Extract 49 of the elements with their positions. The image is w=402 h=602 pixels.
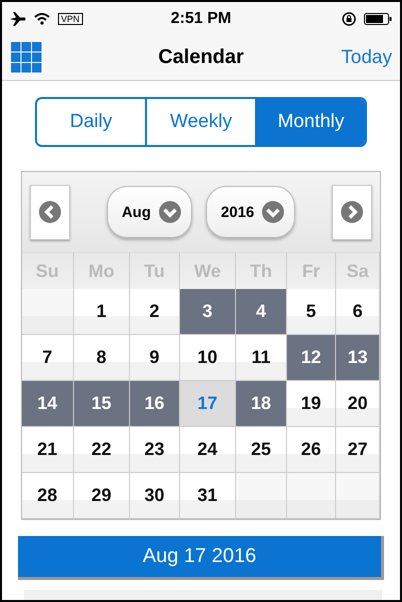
month-dropdown[interactable]: Aug [106,186,192,238]
day-cell[interactable]: 1 [74,289,130,336]
day-cell[interactable]: 18 [236,381,287,428]
day-cell[interactable]: 5 [286,289,336,336]
rotation-lock-icon [342,12,356,26]
day-cell[interactable]: 3 [180,289,236,336]
day-cell[interactable]: 15 [74,381,130,428]
day-cell[interactable]: 24 [180,427,236,474]
selected-date-button[interactable]: Aug 17 2016 [18,536,384,580]
airplane-icon [10,12,26,26]
year-dropdown[interactable]: 2016 [206,186,296,238]
day-cell[interactable]: 19 [286,381,336,428]
day-cell[interactable]: 22 [74,427,130,474]
day-cell[interactable]: 10 [180,335,236,382]
chevron-left-icon [39,201,61,224]
day-cell[interactable]: 31 [180,473,236,520]
day-cell[interactable]: 4 [236,289,287,336]
view-tab[interactable]: Monthly [255,98,365,146]
today-button[interactable]: Today [341,46,392,69]
day-cell[interactable]: 7 [22,335,74,382]
day-cell[interactable]: 30 [130,473,180,520]
chevron-down-icon [262,201,284,224]
day-cell[interactable]: 6 [336,289,380,336]
battery-icon [364,12,392,25]
previous-month-button[interactable] [30,184,70,240]
day-cell[interactable]: 27 [336,427,380,474]
day-cell[interactable]: 29 [74,473,130,520]
day-cell[interactable]: 26 [286,427,336,474]
day-cell[interactable]: 8 [74,335,130,382]
nav-title: Calendar [158,46,244,70]
status-time: 2:51 PM [170,10,232,28]
chevron-down-icon [158,201,181,224]
grid-menu-icon[interactable] [11,42,42,74]
day-cell[interactable]: 9 [130,335,180,382]
day-cell[interactable]: 16 [130,381,180,428]
day-cell[interactable]: 12 [286,335,336,382]
day-cell[interactable]: 23 [130,427,180,474]
vpn-indicator: VPN [58,12,83,25]
next-month-button[interactable] [332,184,372,240]
day-cell[interactable]: 13 [336,335,380,382]
day-cell[interactable]: 2 [130,289,180,336]
day-cell[interactable]: 20 [336,381,380,428]
chevron-right-icon [340,201,363,224]
day-cell[interactable]: 11 [236,335,287,382]
day-cell[interactable]: 21 [22,427,74,474]
wifi-icon [34,12,50,25]
day-cell[interactable]: 25 [236,427,287,474]
day-cell[interactable]: 28 [22,473,74,520]
day-cell[interactable]: 14 [22,381,74,428]
